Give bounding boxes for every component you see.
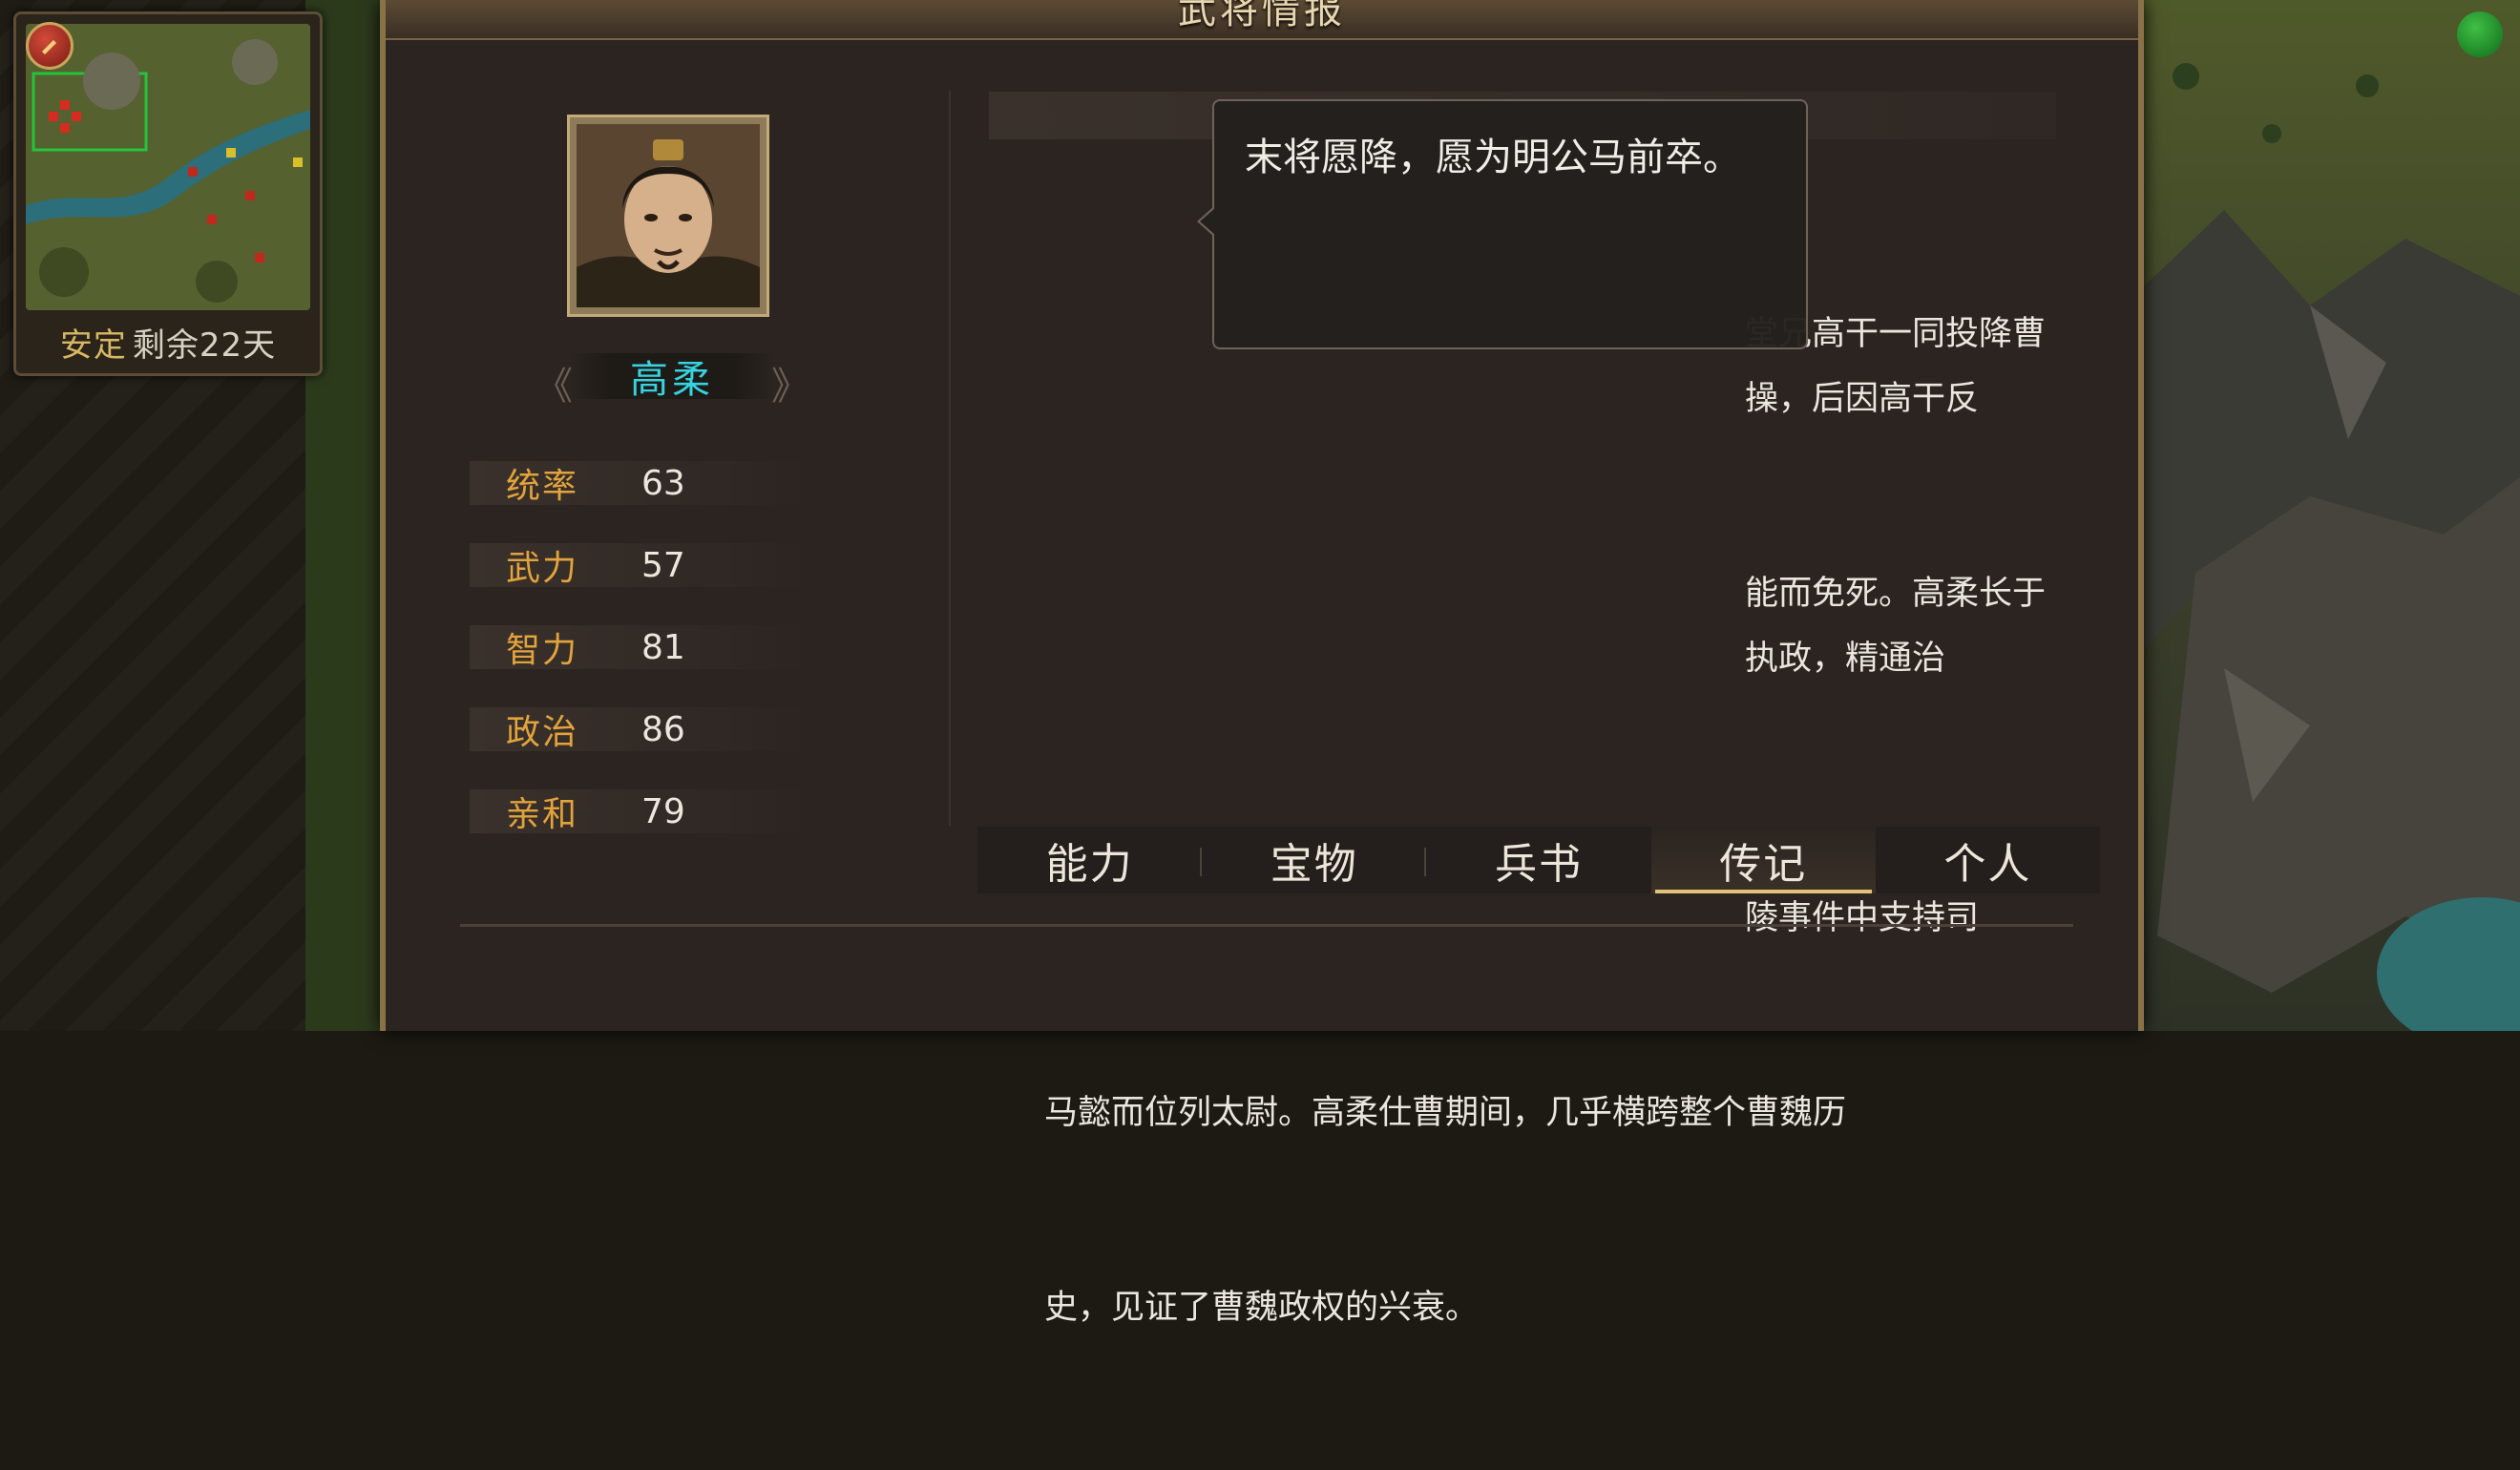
tab-ability[interactable]: 能力	[977, 827, 1203, 893]
tab-label: 个人	[1943, 840, 2032, 889]
biography-text[interactable]: 堂兄高干一同投降曹操，后因高干反 能而免死。高柔长于执政，精通治 官至司空。因在…	[1044, 172, 2075, 1470]
stat-label: 智力	[506, 631, 579, 670]
biography-line: 史，见证了曹魏政权的兴衰。	[1044, 1289, 1480, 1327]
stat-label: 武力	[506, 549, 579, 588]
minimap-panel[interactable]: 安定 剩余22天	[13, 11, 323, 376]
stability-label: 安定	[59, 326, 127, 365]
name-plate: 《 高柔 》	[529, 347, 815, 409]
tab-personal[interactable]: 个人	[1876, 827, 2100, 893]
column-divider	[949, 91, 951, 826]
edit-icon[interactable]	[26, 22, 74, 70]
bottom-divider	[460, 924, 2073, 927]
stat-row: 政治 86	[470, 707, 813, 752]
biography-line: 能而免死。高柔长于执政，精通治	[1745, 575, 2047, 678]
stat-label: 政治	[506, 713, 579, 752]
general-portrait-frame	[567, 115, 769, 317]
tab-treasure[interactable]: 宝物	[1202, 827, 1427, 893]
tab-label: 兵书	[1495, 840, 1583, 889]
stat-value: 86	[641, 709, 685, 749]
general-portrait	[577, 124, 760, 307]
tab-label: 传记	[1719, 840, 1808, 889]
stat-row: 统率 63	[470, 461, 813, 506]
panel-header: 武将情报	[386, 0, 2138, 40]
stat-value: 81	[641, 627, 685, 667]
stat-row: 亲和 79	[470, 789, 813, 834]
stat-value: 79	[641, 791, 685, 831]
general-name: 高柔	[630, 358, 714, 402]
tab-bar: 能力 宝物 兵书 传记 个人	[977, 827, 2100, 893]
stat-label: 统率	[506, 467, 579, 506]
biography-line: 马懿而位列太尉。高柔仕曹期间，几乎横跨整个曹魏历	[1044, 1094, 1847, 1132]
stat-value: 63	[641, 463, 685, 503]
stat-value: 57	[641, 545, 685, 585]
stat-row: 武力 57	[470, 543, 813, 588]
tab-biography[interactable]: 传记	[1650, 827, 1876, 893]
quote-tooltip: 末将愿降，愿为明公马前卒。	[1197, 99, 1808, 349]
panel-title: 武将情报	[1178, 0, 1346, 32]
stat-row: 智力 81	[470, 625, 813, 670]
tab-label: 宝物	[1270, 840, 1358, 889]
status-dot-icon[interactable]	[2457, 11, 2503, 57]
quote-text: 末将愿降，愿为明公马前卒。	[1245, 136, 1741, 179]
stat-label: 亲和	[506, 795, 579, 834]
next-general-arrow-icon[interactable]: 》	[771, 355, 809, 410]
tab-military-books[interactable]: 兵书	[1426, 827, 1650, 893]
minimap[interactable]	[26, 24, 310, 310]
minimap-status: 安定 剩余22天	[16, 320, 320, 365]
previous-general-arrow-icon[interactable]: 《	[535, 355, 573, 410]
tab-label: 能力	[1045, 840, 1134, 889]
days-remaining: 剩余22天	[132, 326, 277, 365]
general-info-panel: 武将情报 《 高柔 》 统率 63 武力 57 智力 81 政治 86 亲和 7…	[380, 0, 2144, 1327]
